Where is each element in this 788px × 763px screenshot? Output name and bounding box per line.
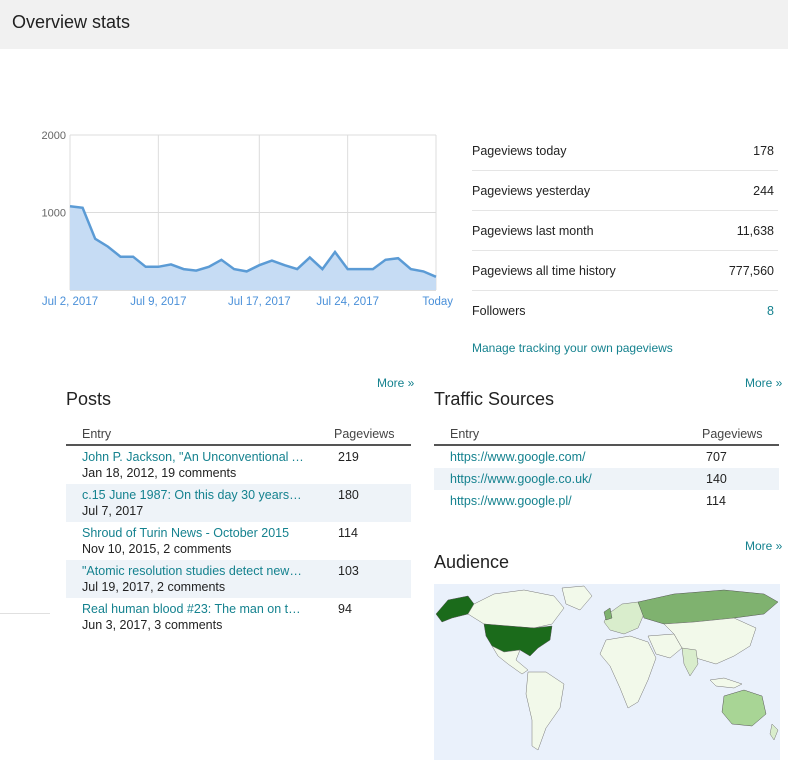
stat-label: Pageviews last month <box>472 223 594 238</box>
chart-area <box>70 206 436 290</box>
stat-label: Pageviews today <box>472 143 567 158</box>
stats-panel: Pageviews today 178 Pageviews yesterday … <box>472 131 778 355</box>
stat-row-last-month: Pageviews last month 11,638 <box>472 211 778 251</box>
page-header: Overview stats <box>0 0 788 49</box>
x-tick-label: Today <box>422 296 453 308</box>
traffic-table: Entry Pageviews https://www.google.com/ … <box>434 423 779 512</box>
post-link[interactable]: c.15 June 1987: On this day 30 years ago <box>82 488 304 502</box>
post-meta: Jun 3, 2017, 3 comments <box>82 618 223 632</box>
table-row: John P. Jackson, "An Unconventional Appr… <box>66 445 411 484</box>
stat-row-today: Pageviews today 178 <box>472 131 778 171</box>
col-pageviews: Pageviews <box>334 423 411 446</box>
stat-row-followers: Followers 8 <box>472 291 778 331</box>
y-tick-label: 2000 <box>42 130 66 142</box>
traffic-pageviews: 140 <box>706 472 727 486</box>
followers-link[interactable]: 8 <box>767 304 774 318</box>
post-link[interactable]: "Atomic resolution studies detect new bi… <box>82 564 304 578</box>
page-title: Overview stats <box>12 12 131 32</box>
table-row: "Atomic resolution studies detect new bi… <box>66 560 411 598</box>
stat-value: 178 <box>753 143 774 158</box>
table-row: https://www.google.com/ 707 <box>434 445 779 468</box>
post-pageviews: 219 <box>338 450 359 464</box>
manage-tracking-link[interactable]: Manage tracking your own pageviews <box>472 341 778 355</box>
posts-table: Entry Pageviews John P. Jackson, "An Unc… <box>66 423 411 636</box>
y-tick-label: 1000 <box>42 208 66 220</box>
col-entry: Entry <box>434 423 702 446</box>
audience-more-link[interactable]: More » <box>745 539 782 553</box>
traffic-source-link[interactable]: https://www.google.pl/ <box>450 490 702 512</box>
stat-label: Pageviews yesterday <box>472 183 591 198</box>
posts-title: Posts <box>66 389 112 409</box>
stat-row-yesterday: Pageviews yesterday 244 <box>472 171 778 211</box>
stat-value: 11,638 <box>736 223 774 238</box>
post-pageviews: 103 <box>338 564 359 578</box>
post-pageviews: 114 <box>338 526 358 540</box>
post-pageviews: 94 <box>338 602 352 616</box>
stat-label: Pageviews all time history <box>472 263 616 278</box>
x-tick-label: Jul 24, 2017 <box>316 296 379 308</box>
post-link[interactable]: Shroud of Turin News - October 2015 <box>82 526 304 540</box>
table-row: https://www.google.co.uk/ 140 <box>434 468 779 490</box>
audience-title: Audience <box>434 552 510 572</box>
traffic-source-link[interactable]: https://www.google.co.uk/ <box>450 468 702 490</box>
stat-label: Followers <box>472 304 526 318</box>
x-tick-label: Jul 17, 2017 <box>228 296 291 308</box>
post-meta: Jul 7, 2017 <box>82 504 144 518</box>
post-pageviews: 180 <box>338 488 359 502</box>
traffic-sources-title: Traffic Sources <box>434 389 555 409</box>
stat-row-all-time: Pageviews all time history 777,560 <box>472 251 778 291</box>
pageviews-chart: 1000 2000 Jul 2, 2017 Jul 9, 2017 Jul 17, 20… <box>42 130 454 308</box>
x-tick-label: Jul 2, 2017 <box>42 296 98 308</box>
stat-value: 777,560 <box>728 263 774 278</box>
traffic-pageviews: 707 <box>706 450 727 464</box>
stat-value: 244 <box>753 183 774 198</box>
x-tick-label: Jul 9, 2017 <box>130 296 186 308</box>
post-link[interactable]: Real human blood #23: The man on the Shr… <box>82 602 304 616</box>
posts-more-link[interactable]: More » <box>377 376 414 390</box>
audience-world-map <box>434 584 780 760</box>
col-entry: Entry <box>66 423 334 446</box>
post-link[interactable]: John P. Jackson, "An Unconventional Appr… <box>82 450 304 464</box>
traffic-table-header: Entry Pageviews <box>434 423 779 446</box>
table-row: https://www.google.pl/ 114 <box>434 490 779 512</box>
table-row: Real human blood #23: The man on the Shr… <box>66 598 411 636</box>
traffic-source-link[interactable]: https://www.google.com/ <box>450 446 702 468</box>
table-row: c.15 June 1987: On this day 30 years ago… <box>66 484 411 522</box>
col-pageviews: Pageviews <box>702 423 779 446</box>
traffic-pageviews: 114 <box>706 494 726 508</box>
traffic-more-link[interactable]: More » <box>745 376 782 390</box>
post-meta: Nov 10, 2015, 2 comments <box>82 542 232 556</box>
post-meta: Jul 19, 2017, 2 comments <box>82 580 226 594</box>
post-meta: Jan 18, 2012, 19 comments <box>82 466 237 480</box>
posts-table-header: Entry Pageviews <box>66 423 411 446</box>
divider <box>0 613 50 614</box>
table-row: Shroud of Turin News - October 2015 Nov 1… <box>66 522 411 560</box>
